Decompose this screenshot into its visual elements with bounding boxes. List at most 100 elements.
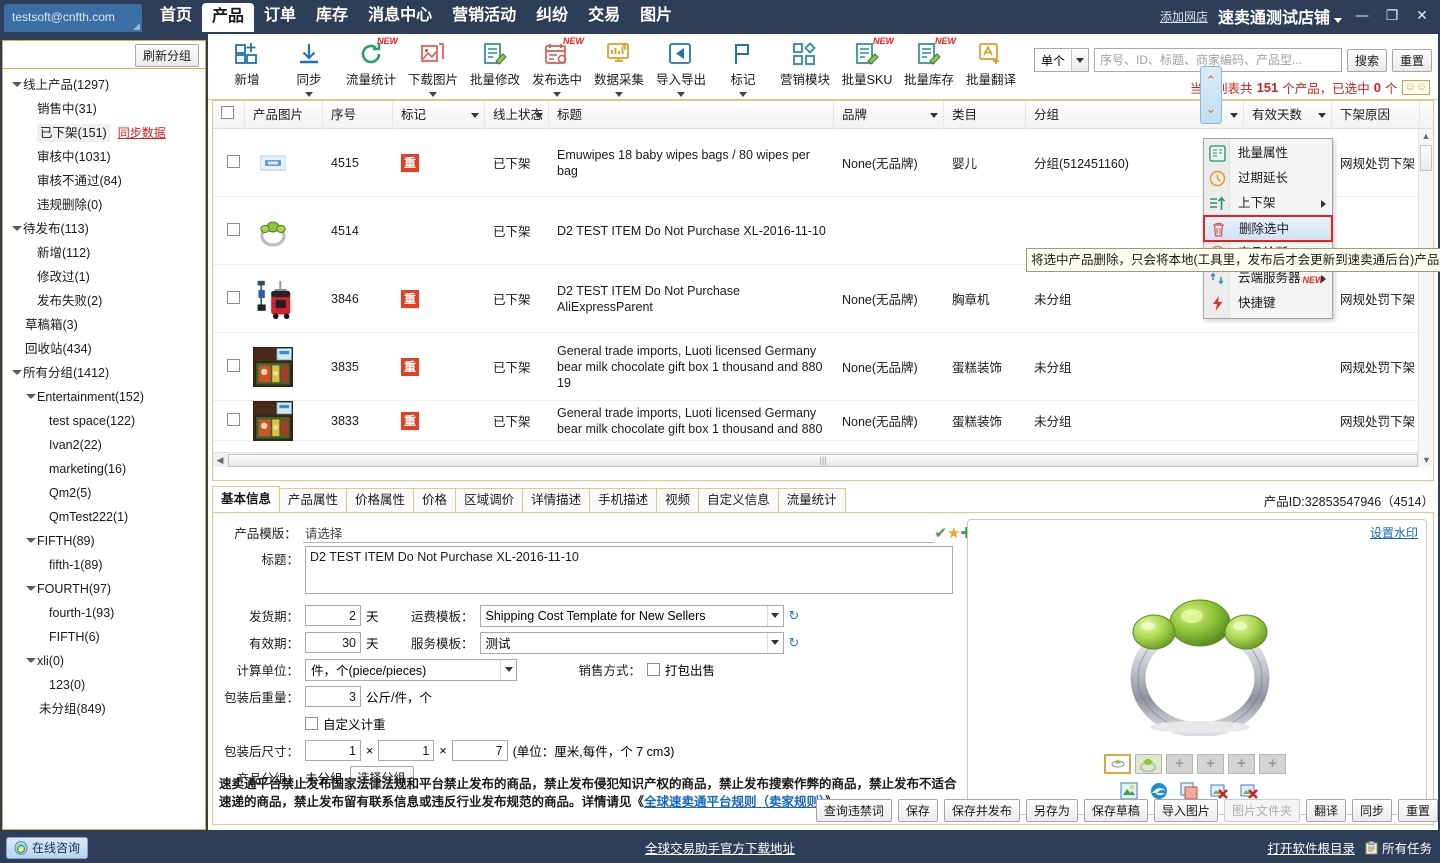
toolbar-button-5[interactable]: NEW 发布选中 [526, 34, 588, 98]
detail-tab-5[interactable]: 详情描述 [522, 488, 591, 512]
reset-search-button[interactable]: 重置 [1391, 48, 1432, 72]
grid-column-header-5[interactable]: 标题 [549, 100, 834, 129]
calc-unit-select[interactable]: 件，个(piece/pieces) [305, 658, 517, 681]
tree-node-10[interactable]: 草稿箱(3) [3, 313, 205, 337]
action-button-1[interactable]: 保存 [897, 798, 938, 822]
table-row[interactable]: 3833 重 已下架 General trade imports, Luoti lic… [213, 400, 1433, 441]
detail-tab-6[interactable]: 手机描述 [589, 488, 658, 512]
scroll-up-icon[interactable]: ⌃ [1206, 74, 1217, 87]
size-width-input[interactable] [378, 740, 435, 761]
grid-horizontal-scrollbar[interactable]: ◀ ||| [213, 452, 1419, 467]
image-thumb-1[interactable] [1135, 754, 1162, 774]
expand-arrow-icon[interactable] [11, 80, 22, 90]
tree-node-14[interactable]: test space(122) [3, 409, 205, 433]
search-scope-select[interactable]: 单个 [1033, 48, 1089, 72]
expand-arrow-icon[interactable] [25, 536, 36, 546]
product-thumbnail[interactable] [253, 277, 293, 321]
tree-node-22[interactable]: fourth-1(93) [3, 601, 205, 625]
toolbar-button-1[interactable]: 同步 [278, 34, 340, 98]
grid-column-header-6[interactable]: 品牌 [834, 100, 944, 129]
size-height-input[interactable] [451, 740, 508, 761]
tree-node-21[interactable]: FOURTH(97) [3, 577, 205, 601]
expand-arrow-icon[interactable] [25, 656, 36, 666]
row-checkbox[interactable] [226, 412, 240, 426]
toolbar-button-11[interactable]: NEW 批量库存 [898, 34, 960, 98]
tree-node-2[interactable]: 已下架(151) 同步数据 [3, 121, 205, 145]
detail-tab-8[interactable]: 自定义信息 [698, 488, 779, 512]
download-address-link[interactable]: 全球交易助手官方下载地址 [645, 838, 795, 857]
grid-column-header-0[interactable] [213, 100, 245, 129]
toolbar-button-4[interactable]: 批量修改 [464, 34, 526, 98]
tree-node-20[interactable]: fifth-1(89) [3, 553, 205, 577]
select-all-checkbox[interactable] [221, 105, 234, 119]
column-filter-icon[interactable] [471, 112, 479, 118]
toolbar-button-6[interactable]: 数据采集 [588, 34, 650, 98]
product-thumbnail[interactable] [253, 141, 293, 185]
custom-weight-checkbox[interactable] [305, 717, 318, 730]
add-shop-link[interactable]: 添加网店 [1160, 8, 1208, 25]
image-thumb-5[interactable]: + [1259, 754, 1286, 774]
row-checkbox[interactable] [226, 290, 240, 304]
service-template-select[interactable]: 测试 [479, 631, 784, 654]
tree-node-1[interactable]: 销售中(31) [3, 97, 205, 121]
toolbar-button-7[interactable]: 导入导出 [650, 34, 712, 98]
menu-item-0[interactable]: 批量属性 [1204, 141, 1332, 166]
tree-node-4[interactable]: 审核不通过(84) [3, 169, 205, 193]
tree-node-25[interactable]: 123(0) [3, 673, 205, 697]
bundle-sale-checkbox-wrap[interactable]: 打包出售 [647, 660, 715, 679]
restore-button[interactable]: ❐ [1382, 8, 1402, 24]
nav-tab-6[interactable]: 纠纷 [526, 0, 578, 32]
detail-tab-9[interactable]: 流量统计 [777, 488, 846, 512]
chevron-down-icon[interactable] [766, 632, 783, 653]
detail-tab-3[interactable]: 价格 [413, 488, 457, 512]
check-icon[interactable]: ✔ [934, 524, 947, 542]
nav-tab-4[interactable]: 消息中心 [358, 0, 442, 32]
action-button-8[interactable]: 同步 [1351, 798, 1392, 822]
toolbar-button-3[interactable]: 下载图片 [402, 34, 464, 98]
detail-tab-4[interactable]: 区域调价 [455, 488, 524, 512]
expand-arrow-icon[interactable] [11, 224, 22, 234]
table-row[interactable]: 3835 重 已下架 General trade imports, Luoti lic… [213, 333, 1433, 401]
action-button-7[interactable]: 翻译 [1305, 798, 1346, 822]
toolbar-button-0[interactable]: 新增 [216, 34, 278, 98]
online-consult-button[interactable]: 在线咨询 [6, 836, 89, 859]
menu-item-1[interactable]: 过期延长 [1204, 166, 1332, 191]
scroll-up-arrow-icon[interactable]: ▲ [1419, 129, 1433, 143]
all-tasks-button[interactable]: 所有任务 [1365, 838, 1432, 857]
product-title-textarea[interactable] [305, 546, 953, 594]
grid-column-header-1[interactable]: 产品图片 [245, 100, 323, 129]
tree-node-26[interactable]: 未分组(849) [3, 697, 205, 721]
tree-node-16[interactable]: marketing(16) [3, 457, 205, 481]
minimize-button[interactable]: — [1352, 8, 1372, 24]
image-thumb-3[interactable]: + [1197, 754, 1224, 774]
chevron-down-icon[interactable] [766, 605, 783, 626]
bundle-sale-checkbox[interactable] [647, 663, 660, 676]
refresh-service-icon[interactable]: ↻ [789, 635, 800, 651]
tree-node-24[interactable]: xli(0) [3, 649, 205, 673]
tree-node-3[interactable]: 审核中(1031) [3, 145, 205, 169]
detail-tab-1[interactable]: 产品属性 [279, 488, 348, 512]
image-thumb-0[interactable] [1104, 754, 1131, 774]
action-button-4[interactable]: 保存草稿 [1083, 798, 1148, 822]
product-image-preview[interactable] [1082, 546, 1312, 736]
sync-data-link[interactable]: 同步数据 [118, 126, 166, 140]
grid-column-header-4[interactable]: 线上状态 [485, 100, 549, 129]
size-length-input[interactable] [305, 740, 361, 761]
tree-node-11[interactable]: 回收站(434) [3, 337, 205, 361]
submenu-arrow-icon[interactable] [1321, 200, 1326, 208]
column-filter-icon[interactable] [1230, 112, 1238, 118]
product-thumbnail[interactable] [253, 345, 293, 389]
tree-node-23[interactable]: FIFTH(6) [3, 625, 205, 649]
menu-item-2[interactable]: 上下架 [1204, 191, 1332, 216]
nav-tab-1[interactable]: 产品 [202, 3, 255, 32]
grid-column-header-3[interactable]: 标记 [393, 100, 485, 129]
chevron-down-icon[interactable] [305, 92, 313, 97]
detail-tab-7[interactable]: 视频 [656, 488, 700, 512]
close-button[interactable]: ✕ [1412, 8, 1432, 24]
tree-node-5[interactable]: 违规删除(0) [3, 193, 205, 217]
action-button-2[interactable]: 保存并发布 [943, 798, 1020, 822]
tree-node-17[interactable]: Qm2(5) [3, 481, 205, 505]
chevron-down-icon[interactable] [1070, 49, 1088, 71]
expand-arrow-icon[interactable] [25, 584, 36, 594]
row-checkbox[interactable] [226, 222, 240, 236]
